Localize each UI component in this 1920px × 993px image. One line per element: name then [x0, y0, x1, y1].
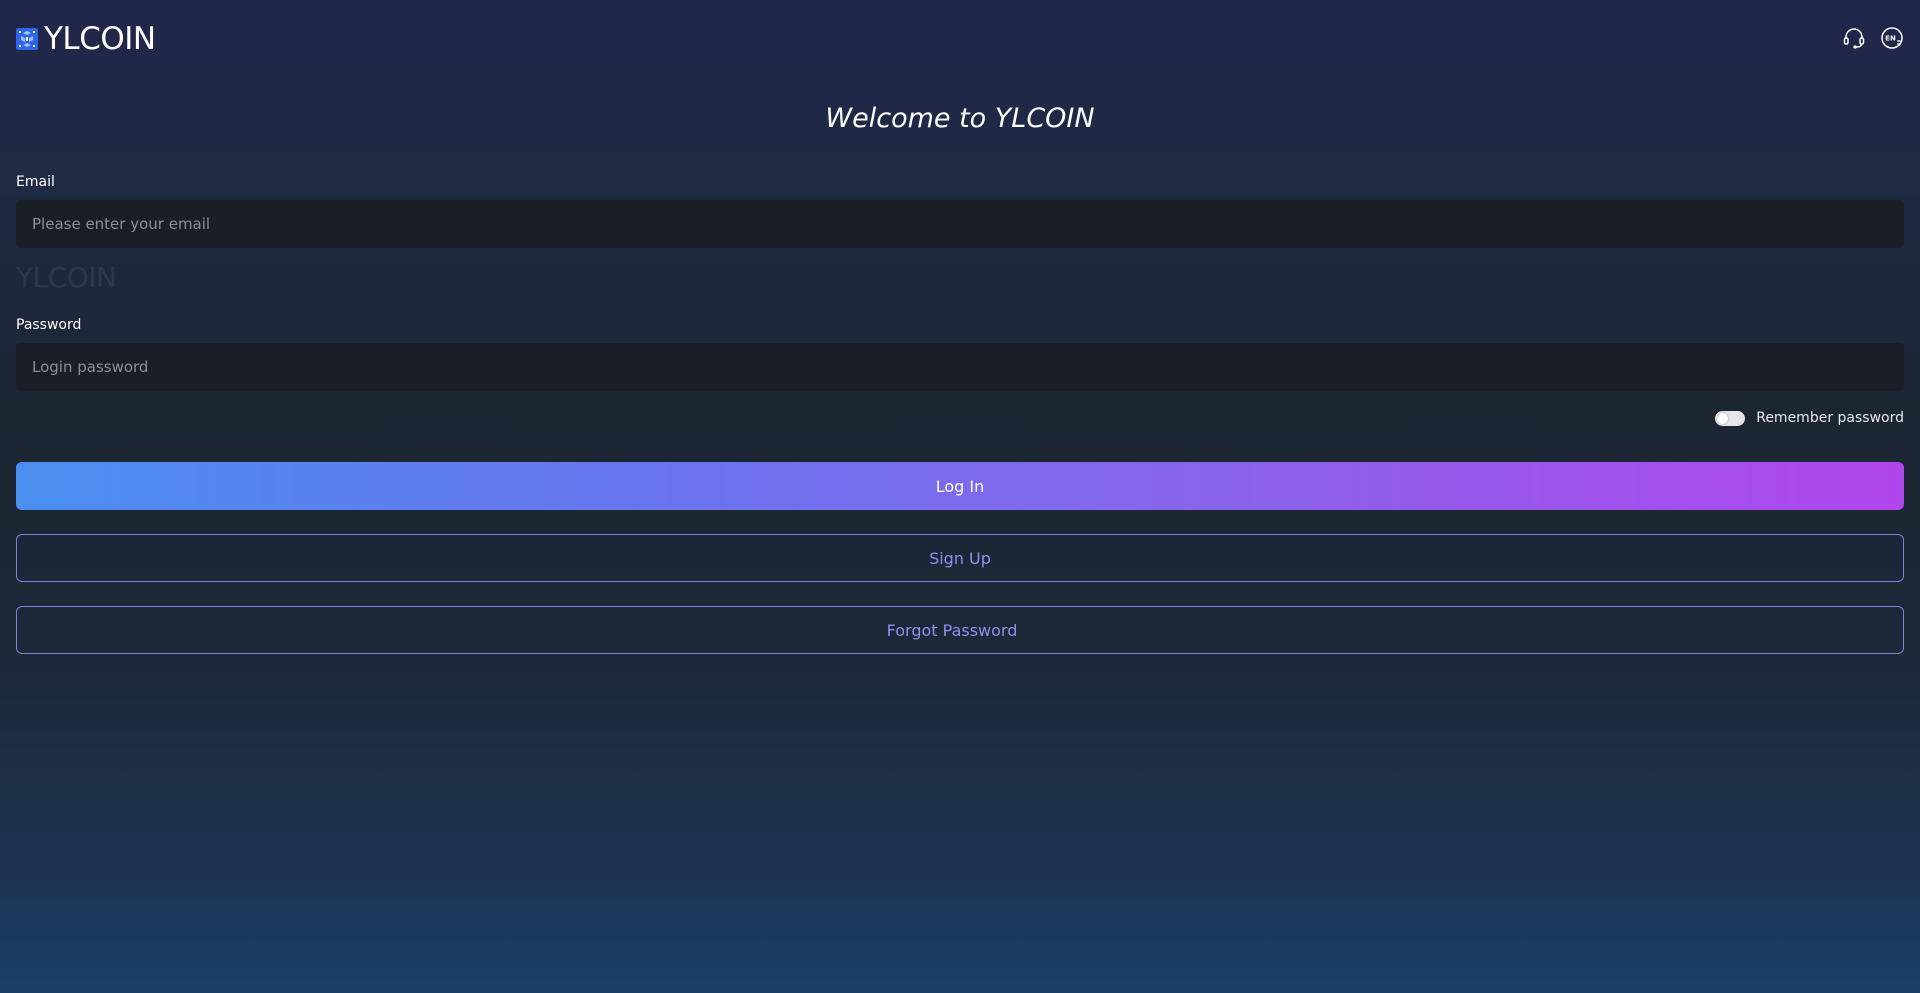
brand-name: YLCOIN — [44, 21, 156, 57]
cube-logo-icon — [16, 28, 38, 50]
language-badge: EN — [1885, 35, 1896, 43]
header: YLCOIN EN — [0, 0, 1920, 78]
header-actions: EN — [1842, 26, 1904, 50]
password-label: Password — [16, 317, 82, 333]
remember-password-label: Remember password — [1756, 410, 1904, 426]
email-label: Email — [16, 174, 55, 190]
password-input[interactable] — [16, 343, 1904, 391]
language-en-icon[interactable]: EN — [1880, 26, 1904, 50]
forgot-password-button[interactable]: Forgot Password — [16, 606, 1904, 654]
brand-logo[interactable]: YLCOIN — [16, 22, 156, 56]
brand-watermark: YLCOIN — [16, 261, 117, 294]
remember-password-toggle[interactable]: Remember password — [1715, 410, 1904, 426]
headset-support-icon[interactable] — [1842, 26, 1866, 50]
toggle-knob — [1717, 412, 1729, 424]
welcome-heading: Welcome to YLCOIN — [825, 103, 1095, 134]
email-input[interactable] — [16, 200, 1904, 248]
toggle-switch[interactable] — [1715, 410, 1746, 426]
login-button[interactable]: Log In — [16, 462, 1904, 510]
signup-button[interactable]: Sign Up — [16, 534, 1904, 582]
